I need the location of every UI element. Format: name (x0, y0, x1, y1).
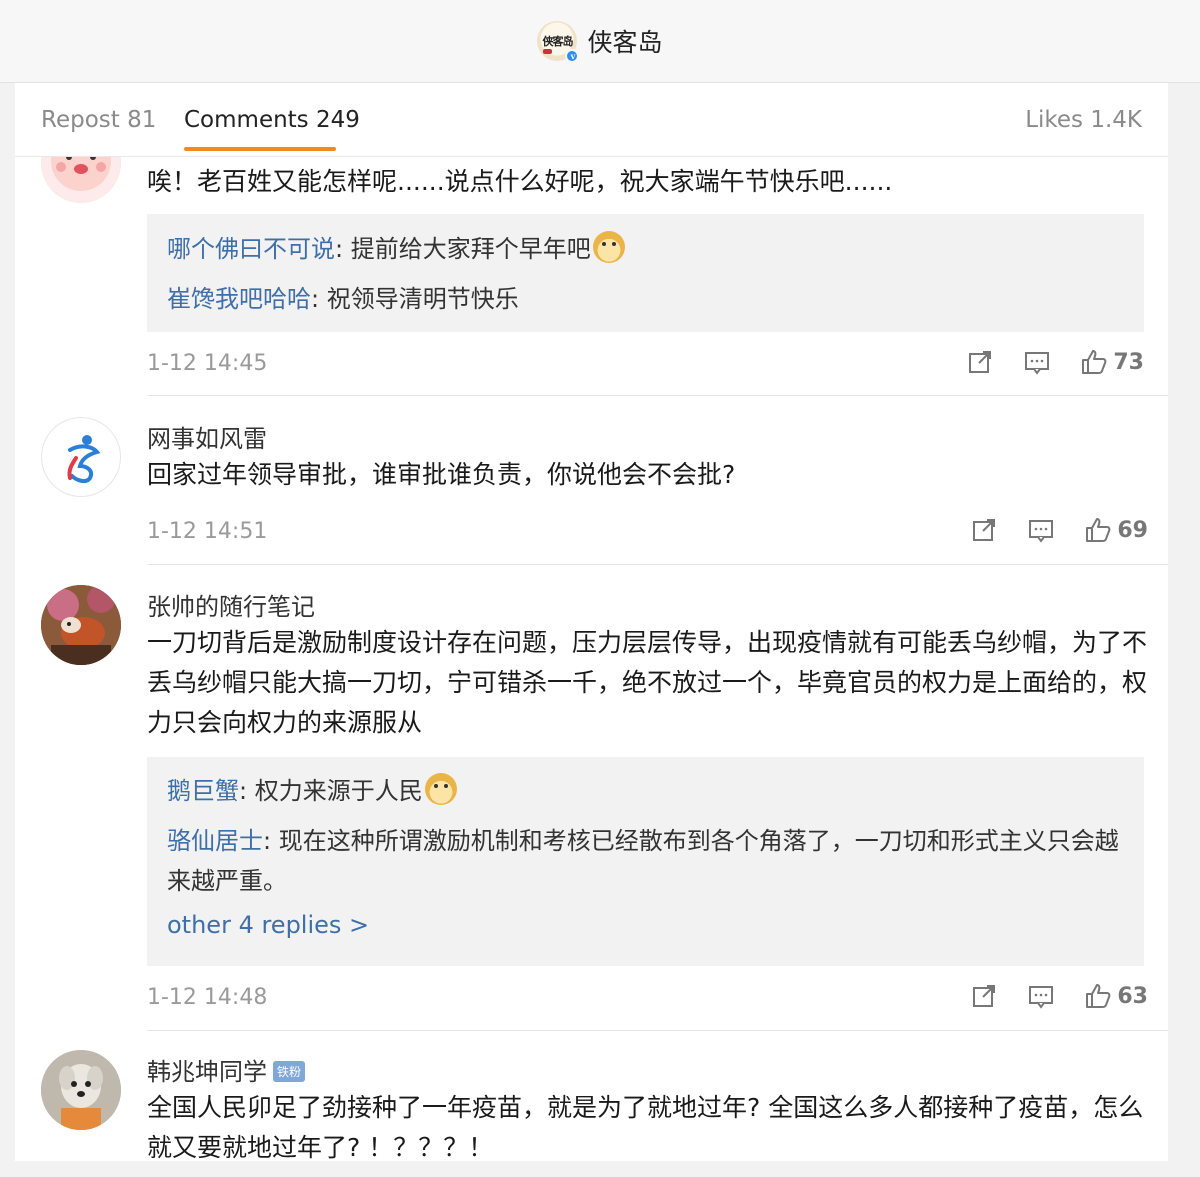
fan-badge: 铁粉 (273, 1061, 306, 1082)
comment-text: 全国人民卯足了劲接种了一年疫苗，就是为了就地过年? 全国这么多人都接种了疫苗，怎… (147, 1093, 1144, 1162)
comment-meta: 1-12 14:45 73 (147, 349, 1144, 381)
reply-text: : 现在这种所谓激励机制和考核已经散布到各个角落了，一刀切和形式主义只会越来越严… (167, 827, 1119, 895)
comment-meta: 1-12 14:48 63 (147, 984, 1148, 1015)
divider (147, 564, 1168, 565)
comment-icon[interactable] (1028, 983, 1054, 1009)
tab-repost[interactable]: Repost 81 (41, 107, 156, 133)
reply-username[interactable]: 骆仙居士 (167, 827, 263, 855)
comment-actions: 69 (940, 517, 1148, 543)
share-icon[interactable] (971, 517, 997, 543)
reply-text: : 权力来源于人民 (239, 777, 423, 805)
like-icon[interactable] (1081, 349, 1107, 375)
doge-emoji-icon (424, 773, 457, 805)
tab-likes[interactable]: Likes 1.4K (1025, 107, 1142, 133)
bottom-strip (0, 1161, 1200, 1177)
comment-timestamp: 1-12 14:45 (147, 351, 268, 376)
like-icon[interactable] (1085, 983, 1111, 1009)
reply-item[interactable]: 骆仙居士: 现在这种所谓激励机制和考核已经散布到各个角落了，一刀切和形式主义只会… (167, 821, 1124, 901)
active-tab-indicator (184, 147, 336, 151)
tab-bar: Repost 81 Comments 249 Likes 1.4K (15, 83, 1168, 157)
reply-username[interactable]: 哪个佛曰不可说 (167, 235, 335, 263)
account-avatar[interactable]: 侠客岛 v (537, 21, 580, 63)
divider (147, 1030, 1168, 1031)
account-header[interactable]: 侠客岛 v 侠客岛 (537, 21, 663, 63)
avatar[interactable] (41, 1050, 121, 1130)
reply-text: : 祝领导清明节快乐 (311, 285, 519, 313)
logo-seal-icon (543, 49, 553, 54)
divider (147, 395, 1168, 396)
comment-meta: 1-12 14:51 69 (147, 518, 1148, 549)
account-logo-text: 侠客岛 (542, 35, 573, 48)
like-icon[interactable] (1085, 517, 1111, 543)
comment-text: 回家过年领导审批，谁审批谁负责，你说他会不会批? (147, 460, 736, 489)
reply-username[interactable]: 鹅巨蟹 (167, 777, 239, 805)
more-replies-link[interactable]: other 4 replies > (167, 911, 1124, 939)
comment-timestamp: 1-12 14:48 (147, 985, 268, 1010)
comment-timestamp: 1-12 14:51 (147, 519, 268, 544)
doge-emoji-icon (592, 231, 625, 263)
top-bar: 侠客岛 v 侠客岛 (0, 0, 1200, 83)
like-count: 69 (1117, 517, 1148, 543)
username-text: 韩兆坤同学 (147, 1058, 267, 1086)
reply-item[interactable]: 哪个佛曰不可说: 提前给大家拜个早年吧 (167, 229, 1124, 269)
reply-text: : 提前给大家拜个早年吧 (335, 235, 591, 263)
avatar[interactable] (41, 585, 121, 665)
reply-box[interactable]: 鹅巨蟹: 权力来源于人民 骆仙居士: 现在这种所谓激励机制和考核已经散布到各个角… (147, 757, 1144, 966)
reply-item[interactable]: 鹅巨蟹: 权力来源于人民 (167, 771, 1124, 811)
comment-username[interactable]: 韩兆坤同学 铁粉 (147, 1052, 306, 1087)
tab-comments[interactable]: Comments 249 (184, 107, 360, 133)
verified-icon: v (565, 49, 580, 63)
comments-panel: 唉！老百姓又能怎样呢......说点什么好呢，祝大家端午节快乐吧...... 哪… (15, 83, 1168, 1177)
reply-item[interactable]: 崔馋我吧哈哈: 祝领导清明节快乐 (167, 279, 1124, 319)
reply-username[interactable]: 崔馋我吧哈哈 (167, 285, 311, 313)
like-count: 63 (1117, 983, 1148, 1009)
account-name[interactable]: 侠客岛 (587, 23, 662, 59)
comment-actions: 73 (936, 349, 1144, 375)
like-count: 73 (1113, 349, 1144, 375)
reply-box[interactable]: 哪个佛曰不可说: 提前给大家拜个早年吧 崔馋我吧哈哈: 祝领导清明节快乐 (147, 214, 1144, 332)
avatar[interactable] (41, 417, 121, 497)
share-icon[interactable] (967, 349, 993, 375)
comment-text: 唉！老百姓又能怎样呢......说点什么好呢，祝大家端午节快乐吧...... (147, 167, 893, 196)
comment-text: 一刀切背后是激励制度设计存在问题，压力层层传导，出现疫情就有可能丢乌纱帽，为了不… (147, 628, 1148, 737)
comment-username[interactable]: 网事如风雷 (147, 419, 267, 454)
comment-icon[interactable] (1028, 517, 1054, 543)
share-icon[interactable] (971, 983, 997, 1009)
comment-actions: 63 (940, 983, 1148, 1009)
comment-icon[interactable] (1024, 349, 1050, 375)
comment-username[interactable]: 张帅的随行笔记 (147, 587, 315, 622)
